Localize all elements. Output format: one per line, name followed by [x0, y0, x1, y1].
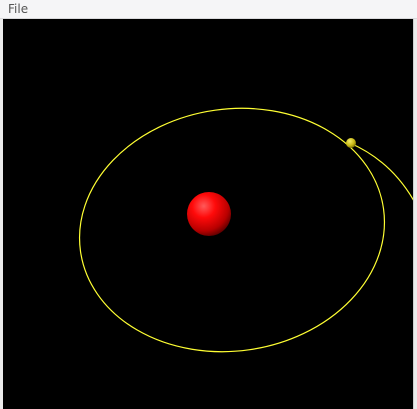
simulation-canvas[interactable]: [3, 19, 413, 409]
window-frame-right: [413, 19, 417, 409]
orbiting-planet: [346, 138, 356, 148]
menu-bar: File: [0, 0, 417, 19]
orbit-scene: [3, 19, 413, 409]
application-window: File: [0, 0, 417, 409]
central-star: [187, 192, 231, 236]
menu-file[interactable]: File: [4, 1, 32, 18]
